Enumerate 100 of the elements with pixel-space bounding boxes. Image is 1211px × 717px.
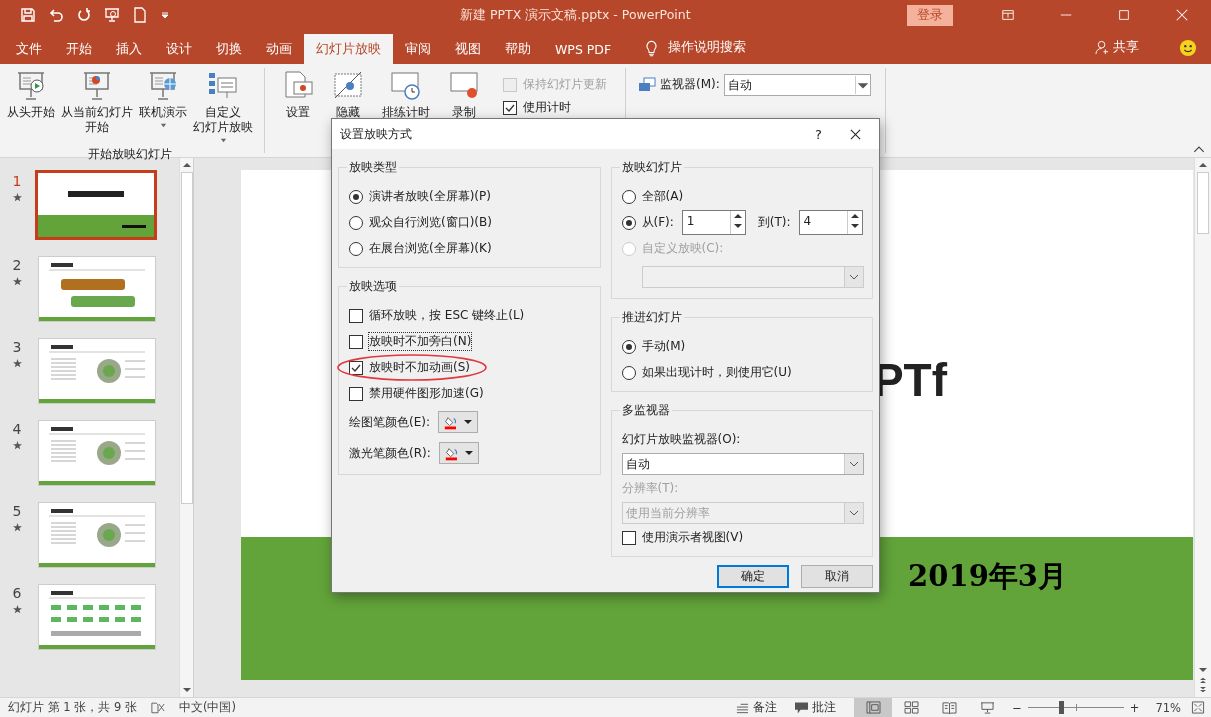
radio-button[interactable] <box>349 189 363 204</box>
ribbon-tab[interactable]: 文件 <box>4 34 54 64</box>
star-icon <box>12 277 22 286</box>
ribbon-tab[interactable]: 切换 <box>204 34 254 64</box>
previous-slide-icon[interactable] <box>1199 677 1207 683</box>
checkbox-label: 使用计时 <box>523 99 571 116</box>
comments-button[interactable]: 批注 <box>795 700 837 715</box>
ribbon-button[interactable]: 录制 <box>445 68 483 122</box>
checkbox-label: 放映时不加旁白(N) <box>369 333 472 350</box>
slide-number: 3 <box>12 338 22 356</box>
radio-button[interactable] <box>349 215 363 230</box>
ribbon-tab[interactable]: 开始 <box>54 34 104 64</box>
ribbon-tab[interactable]: WPS PDF <box>543 34 624 64</box>
zoom-in-button[interactable]: + <box>1129 700 1140 715</box>
star-icon <box>12 605 22 614</box>
spin-up-icon[interactable] <box>850 213 859 219</box>
spin-down-icon[interactable] <box>733 223 742 229</box>
color-picker-button[interactable] <box>438 411 478 433</box>
monitors-icon <box>638 77 656 93</box>
checkbox[interactable] <box>503 100 517 115</box>
monitor-dropdown[interactable]: 自动 <box>723 74 871 96</box>
group-label: 放映类型 <box>348 159 398 176</box>
checkbox[interactable] <box>349 334 363 349</box>
ribbon-button[interactable]: 从当前幻灯片 开始 <box>58 68 136 146</box>
spell-check-icon[interactable] <box>150 701 165 714</box>
redo-icon[interactable] <box>76 7 92 23</box>
ribbon-tab[interactable]: 幻灯片放映 <box>304 34 393 64</box>
scroll-down-icon[interactable] <box>1199 667 1207 673</box>
zoom-out-button[interactable]: − <box>1012 700 1022 715</box>
checkbox[interactable] <box>349 360 363 375</box>
fit-to-window-icon[interactable] <box>1191 701 1205 714</box>
slide-number: 4 <box>12 420 22 438</box>
color-label: 绘图笔颜色(E): <box>349 413 430 431</box>
radio-button[interactable] <box>621 365 636 380</box>
radio-button[interactable] <box>621 189 636 204</box>
projector-screen-icon <box>147 70 179 102</box>
ribbon-tab[interactable]: 动画 <box>254 34 304 64</box>
field-label: 幻灯片放映监视器(O): <box>621 431 742 448</box>
scrollbar[interactable] <box>1194 158 1211 697</box>
cancel-button[interactable]: 取消 <box>801 565 873 588</box>
dropdown-arrow-icon <box>854 76 870 94</box>
stopwatch-icon <box>390 70 422 102</box>
to-spin-box[interactable]: 4 <box>798 210 863 235</box>
monitor-dropdown[interactable]: 自动 <box>621 453 864 475</box>
scroll-down-icon[interactable] <box>182 687 191 693</box>
tell-me-search[interactable]: 操作说明搜索 <box>668 39 747 56</box>
zoom-slider[interactable] <box>1027 701 1124 714</box>
radio-button[interactable] <box>621 215 636 230</box>
chevron-down-icon <box>849 274 859 280</box>
comment-icon <box>795 701 809 714</box>
ribbon-tab[interactable]: 视图 <box>443 34 493 64</box>
ribbon-button[interactable]: 隐藏 <box>329 68 367 122</box>
save-icon[interactable] <box>20 7 36 23</box>
ribbon-button[interactable]: 自定义 幻灯片放映 <box>190 68 256 146</box>
ribbon-display-icon[interactable] <box>1001 8 1015 22</box>
scroll-thumb[interactable] <box>180 172 193 504</box>
group-label: 多监视器 <box>620 402 671 419</box>
ribbon-tab[interactable]: 审阅 <box>393 34 443 64</box>
ribbon-tab[interactable]: 设计 <box>154 34 204 64</box>
slide-thumbnail[interactable] <box>35 170 157 240</box>
checkbox-label: 放映时不加动画(S) <box>369 359 470 376</box>
ribbon-button[interactable]: 设置 <box>279 68 317 122</box>
radio-button[interactable] <box>349 241 363 256</box>
book-icon <box>941 701 957 714</box>
ribbon-button[interactable]: 排练计时 <box>379 68 433 122</box>
smiley-icon[interactable] <box>1179 39 1197 57</box>
scroll-up-icon[interactable] <box>1199 162 1207 168</box>
checkbox[interactable] <box>349 386 363 401</box>
ok-button[interactable]: 确定 <box>717 565 789 588</box>
zoom-level[interactable]: 71% <box>1145 700 1185 715</box>
language-status[interactable]: 中文(中国) <box>170 700 244 715</box>
undo-icon[interactable] <box>48 7 64 23</box>
checkbox[interactable] <box>349 308 363 323</box>
ribbon-tab[interactable]: 帮助 <box>493 34 543 64</box>
notes-button[interactable]: 备注 <box>736 700 778 715</box>
maximize-icon[interactable] <box>1117 8 1131 22</box>
spin-up-icon[interactable] <box>733 213 742 219</box>
normal-view-button[interactable] <box>854 698 893 717</box>
radio-button[interactable] <box>621 339 636 354</box>
color-picker-button[interactable] <box>438 442 479 464</box>
scrollbar[interactable] <box>179 158 193 697</box>
next-slide-icon[interactable] <box>1199 687 1207 693</box>
ribbon-button[interactable]: 联机演示 <box>136 68 190 146</box>
scroll-up-icon[interactable] <box>182 162 191 168</box>
collapse-ribbon-icon[interactable] <box>1193 146 1205 153</box>
close-icon[interactable] <box>850 128 861 140</box>
share-button[interactable]: 共享 <box>1095 39 1139 56</box>
from-spin-box[interactable]: 1 <box>681 210 746 235</box>
spin-down-icon[interactable] <box>850 223 859 229</box>
grid-icon <box>903 701 919 714</box>
ribbon-tab[interactable]: 插入 <box>104 34 154 64</box>
new-document-icon[interactable] <box>132 7 148 23</box>
checkbox[interactable] <box>621 530 636 545</box>
customize-icon[interactable] <box>160 10 170 20</box>
scroll-thumb[interactable] <box>1197 172 1209 234</box>
dialog-title: 设置放映方式 <box>340 125 412 143</box>
ribbon-button[interactable]: 从头开始 <box>4 68 58 146</box>
star-icon <box>12 193 22 202</box>
slideshow-icon[interactable] <box>104 7 120 23</box>
help-button[interactable]: ? <box>815 126 822 142</box>
